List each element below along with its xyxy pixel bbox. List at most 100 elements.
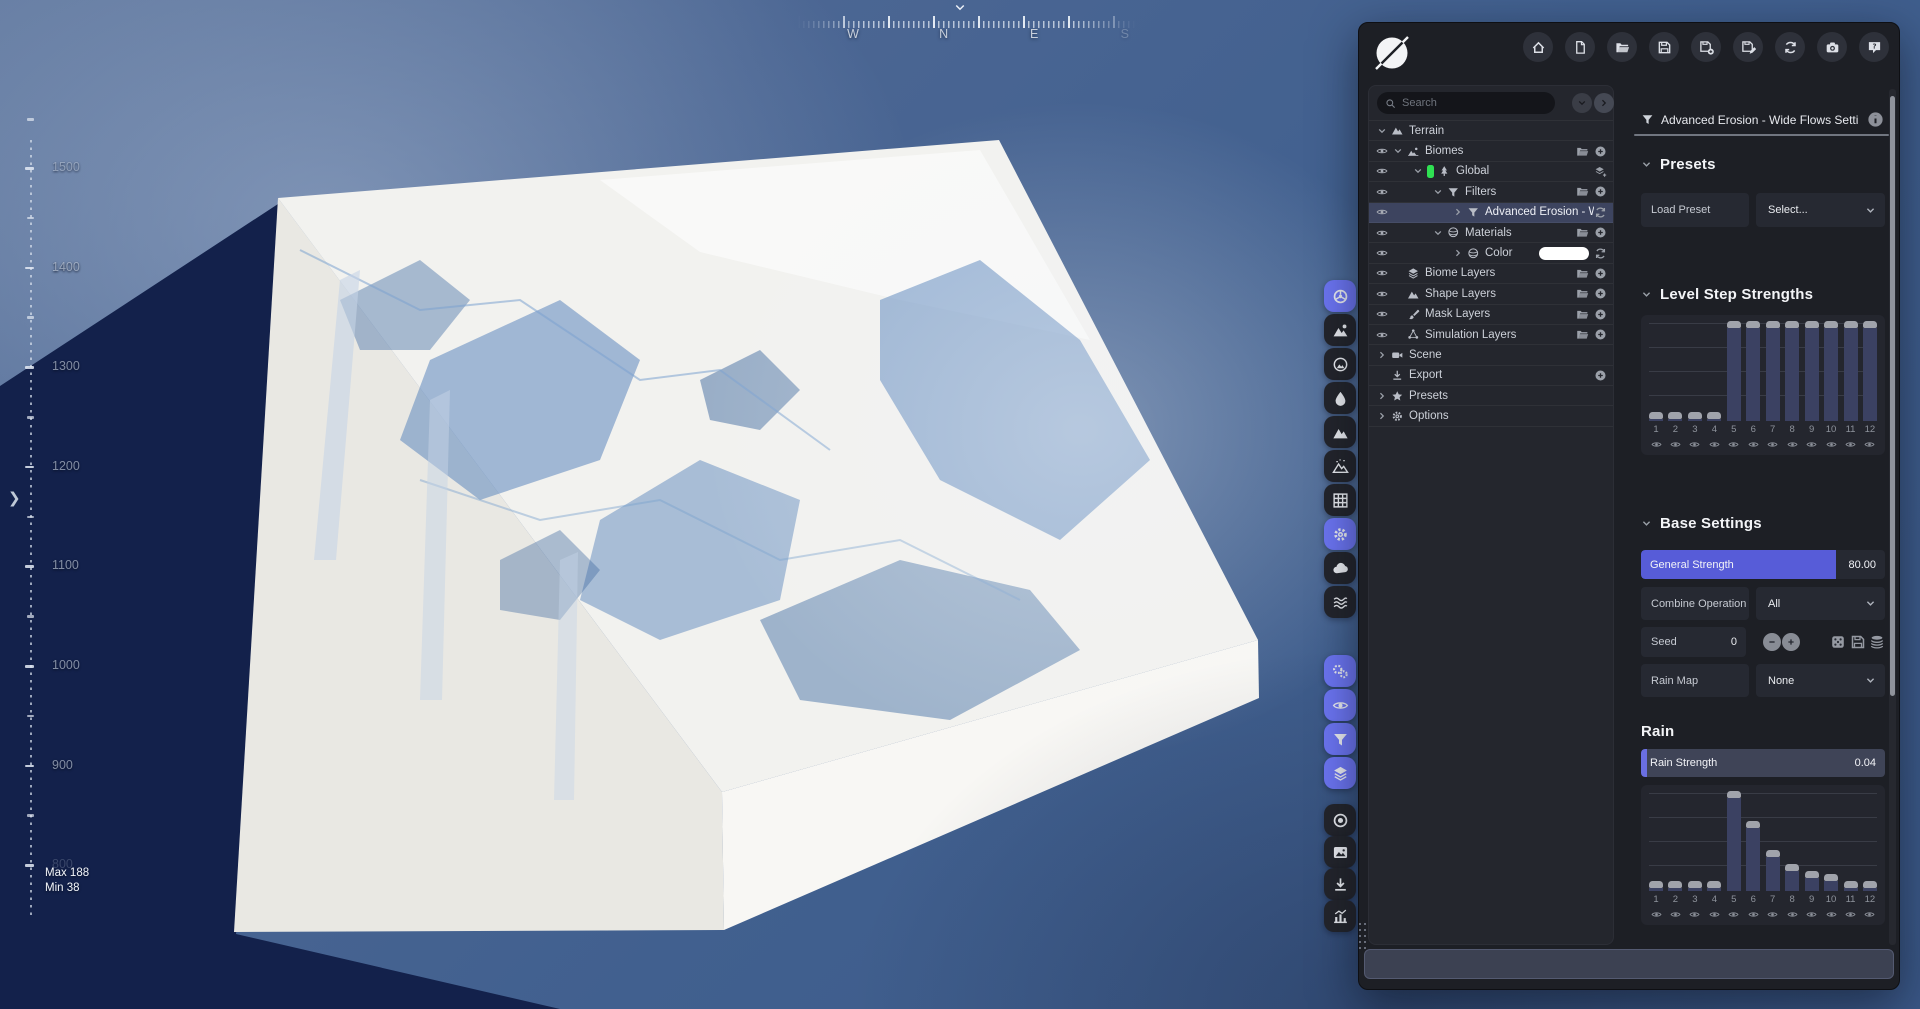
step-visibility-eye-icon[interactable] — [1649, 909, 1663, 920]
visibility-eye-icon[interactable] — [1374, 329, 1390, 341]
step-visibility-eye-icon[interactable] — [1785, 909, 1799, 920]
visibility-eye-icon[interactable] — [1374, 247, 1390, 259]
randomize-seed-dice-icon[interactable] — [1830, 634, 1846, 650]
visibility-eye-icon[interactable] — [1374, 227, 1390, 239]
new-file-button[interactable] — [1565, 32, 1595, 62]
grid-button[interactable] — [1324, 484, 1356, 516]
visibility-eye-icon[interactable] — [1374, 267, 1390, 279]
plus-icon[interactable] — [1594, 328, 1607, 341]
step-bar-5[interactable] — [1727, 791, 1741, 891]
chevron-right-icon[interactable] — [1374, 391, 1390, 401]
step-visibility-eye-icon[interactable] — [1844, 909, 1858, 920]
water-button[interactable] — [1324, 382, 1356, 414]
save-seed-icon[interactable] — [1850, 634, 1866, 650]
step-bar-2[interactable] — [1668, 881, 1682, 891]
plus-icon[interactable] — [1594, 287, 1607, 300]
search-input[interactable]: Search — [1377, 92, 1555, 114]
tree-row-mask-layers[interactable]: Mask Layers — [1369, 305, 1613, 325]
tree-row-filters[interactable]: Filters — [1369, 182, 1613, 202]
step-visibility-eye-icon[interactable] — [1766, 439, 1780, 450]
sync-button[interactable] — [1775, 32, 1805, 62]
tree-row-advanced-erosion-w[interactable]: Advanced Erosion - W — [1369, 203, 1613, 223]
tree-row-biome-layers[interactable]: Biome Layers — [1369, 264, 1613, 284]
step-visibility-eye-icon[interactable] — [1785, 439, 1799, 450]
tree-row-scene[interactable]: Scene — [1369, 345, 1613, 365]
folder-icon[interactable] — [1576, 267, 1589, 280]
chevron-down-icon[interactable] — [1430, 187, 1446, 197]
mountains-button[interactable] — [1324, 416, 1356, 448]
refresh-icon[interactable] — [1594, 206, 1607, 219]
seed-decrement-button[interactable] — [1763, 633, 1781, 651]
terrain-sky-button[interactable] — [1324, 314, 1356, 346]
visibility-eye-icon[interactable] — [1374, 206, 1390, 218]
section-level-step-strengths[interactable]: Level Step Strengths — [1641, 283, 1813, 305]
step-visibility-eye-icon[interactable] — [1649, 439, 1663, 450]
layers-plus-icon[interactable] — [1594, 165, 1607, 178]
folder-icon[interactable] — [1576, 328, 1589, 341]
expand-left-panel-chevron[interactable]: ❯ — [8, 489, 21, 507]
export-download-button[interactable] — [1324, 868, 1356, 900]
step-bar-1[interactable] — [1649, 881, 1663, 891]
home-button[interactable] — [1523, 32, 1553, 62]
collapse-all-button[interactable] — [1572, 93, 1592, 113]
help-button[interactable] — [1859, 32, 1889, 62]
chevron-right-icon[interactable] — [1450, 248, 1466, 258]
plus-icon[interactable] — [1594, 145, 1607, 158]
visibility-eye-icon[interactable] — [1374, 186, 1390, 198]
step-bar-10[interactable] — [1824, 321, 1838, 421]
step-bar-10[interactable] — [1824, 874, 1838, 891]
step-bar-3[interactable] — [1688, 412, 1702, 421]
step-bar-4[interactable] — [1707, 881, 1721, 891]
chevron-down-icon[interactable] — [1430, 228, 1446, 238]
save-button[interactable] — [1649, 32, 1679, 62]
save-edit-button[interactable] — [1733, 32, 1763, 62]
section-presets[interactable]: Presets — [1641, 153, 1716, 175]
statistics-button[interactable] — [1324, 900, 1356, 932]
level-step-strengths-chart[interactable]: 123456789101112 — [1641, 315, 1885, 455]
step-bar-12[interactable] — [1863, 881, 1877, 891]
step-visibility-eye-icon[interactable] — [1688, 439, 1702, 450]
tree-row-presets[interactable]: Presets — [1369, 386, 1613, 406]
step-visibility-eye-icon[interactable] — [1727, 909, 1741, 920]
step-visibility-eye-icon[interactable] — [1707, 439, 1721, 450]
folder-icon[interactable] — [1576, 308, 1589, 321]
tree-row-global[interactable]: Global — [1369, 162, 1613, 182]
plus-icon[interactable] — [1594, 185, 1607, 198]
app-logo-icon[interactable] — [1373, 34, 1411, 72]
step-bar-2[interactable] — [1668, 412, 1682, 421]
step-bar-6[interactable] — [1746, 821, 1760, 891]
step-visibility-eye-icon[interactable] — [1746, 909, 1760, 920]
water-waves-button[interactable] — [1324, 586, 1356, 618]
snapshot-button[interactable] — [1324, 836, 1356, 868]
auto-settings-button[interactable] — [1324, 655, 1356, 687]
chevron-down-icon[interactable] — [1410, 166, 1426, 176]
scrollbar-thumb[interactable] — [1890, 96, 1895, 696]
step-bar-8[interactable] — [1785, 864, 1799, 891]
folder-icon[interactable] — [1576, 226, 1589, 239]
record-button[interactable] — [1324, 804, 1356, 836]
visibility-eye-icon[interactable] — [1374, 308, 1390, 320]
step-bar-7[interactable] — [1766, 321, 1780, 421]
plus-icon[interactable] — [1594, 308, 1607, 321]
chevron-right-icon[interactable] — [1450, 207, 1466, 217]
visibility-eye-icon[interactable] — [1374, 165, 1390, 177]
tree-row-biomes[interactable]: Biomes — [1369, 141, 1613, 161]
refresh-icon[interactable] — [1594, 247, 1607, 260]
tree-row-shape-layers[interactable]: Shape Layers — [1369, 284, 1613, 304]
tree-row-export[interactable]: Export — [1369, 366, 1613, 386]
step-bar-4[interactable] — [1707, 412, 1721, 421]
step-bar-3[interactable] — [1688, 881, 1702, 891]
terrain-detail-button[interactable] — [1324, 450, 1356, 482]
seed-history-stack-icon[interactable] — [1869, 634, 1885, 650]
load-preset-select[interactable]: Select... — [1756, 193, 1885, 227]
plus-icon[interactable] — [1594, 226, 1607, 239]
panel-resize-handle[interactable] — [1359, 923, 1367, 951]
step-visibility-eye-icon[interactable] — [1766, 909, 1780, 920]
seed-field[interactable]: Seed 0 — [1641, 627, 1746, 657]
seed-increment-button[interactable] — [1782, 633, 1800, 651]
step-bar-11[interactable] — [1844, 881, 1858, 891]
chevron-down-icon[interactable] — [1374, 126, 1390, 136]
step-visibility-eye-icon[interactable] — [1844, 439, 1858, 450]
render-settings-button[interactable] — [1324, 518, 1356, 550]
view-mode-button[interactable] — [1324, 280, 1356, 312]
